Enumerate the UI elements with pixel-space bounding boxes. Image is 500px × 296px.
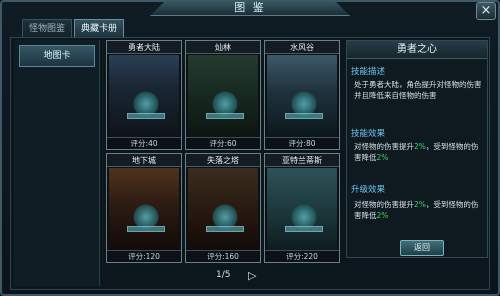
card-art [109, 168, 179, 250]
card-score: 评分:80 [265, 137, 339, 149]
card-lost-tower[interactable]: 失落之塔 评分:160 [185, 153, 261, 263]
card-art [188, 168, 258, 250]
sidebar: 地图卡 [14, 40, 100, 286]
detail-title: 勇者之心 [347, 41, 487, 59]
seal-banner [206, 113, 244, 119]
card-art [188, 55, 258, 137]
skill-effect-value: 2% [376, 153, 389, 162]
card-score: 评分:60 [186, 137, 260, 149]
card-art [267, 168, 337, 250]
upgrade-effect-part: 对怪物的伤害提升 [354, 200, 414, 209]
skill-description-text: 处于勇者大陆，角色提升对怪物的伤害并且降低来自怪物的伤害 [354, 80, 482, 100]
card-grid: 勇者大陆 评分:40 灿林 评分:60 水风谷 评分:80 地下城 评分:120… [104, 40, 342, 266]
card-atlantis[interactable]: 亚特兰蒂斯 评分:220 [264, 153, 340, 263]
close-button[interactable]: × [476, 2, 496, 20]
upgrade-effect-text: 对怪物的伤害提升2%，受到怪物的伤害降低2% [354, 199, 484, 221]
card-art [267, 55, 337, 137]
tab-monster-atlas[interactable]: 怪物图鉴 [22, 19, 73, 37]
next-page-icon[interactable]: ▷ [248, 269, 256, 282]
return-button[interactable]: 返回 [400, 240, 444, 256]
seal-banner [206, 226, 244, 232]
sidebar-item-map-card[interactable]: 地图卡 [19, 45, 95, 67]
card-score: 评分:40 [107, 137, 181, 149]
upgrade-effect-value: 2% [376, 211, 389, 220]
card-score: 评分:220 [265, 250, 339, 262]
skill-effect-heading: 技能效果 [351, 129, 386, 139]
tab-collection-album[interactable]: 典藏卡册 [74, 19, 125, 37]
card-title: 失落之塔 [186, 154, 260, 167]
detail-panel: 勇者之心 技能描述 处于勇者大陆，角色提升对怪物的伤害并且降低来自怪物的伤害 技… [346, 40, 488, 258]
card-title: 水风谷 [265, 41, 339, 54]
seal-banner [285, 226, 323, 232]
card-wind-valley[interactable]: 水风谷 评分:80 [264, 40, 340, 150]
card-score: 评分:120 [107, 250, 181, 262]
upgrade-effect-value: 2% [414, 200, 426, 209]
skill-effect-part: 对怪物的伤害提升 [354, 142, 414, 151]
seal-banner [285, 113, 323, 119]
card-title: 勇者大陆 [107, 41, 181, 54]
skill-effect-value: 2% [414, 142, 426, 151]
card-title: 灿林 [186, 41, 260, 54]
window-title: 图 鉴 [150, 0, 350, 16]
tab-bar: 怪物图鉴 典藏卡册 [22, 19, 125, 37]
card-art [109, 55, 179, 137]
page-indicator: 1/5 [216, 270, 231, 280]
card-title: 地下城 [107, 154, 181, 167]
card-dungeon[interactable]: 地下城 评分:120 [106, 153, 182, 263]
skill-description-heading: 技能描述 [351, 67, 386, 77]
card-hero-continent[interactable]: 勇者大陆 评分:40 [106, 40, 182, 150]
card-title: 亚特兰蒂斯 [265, 154, 339, 167]
skill-effect-text: 对怪物的伤害提升2%，受到怪物的伤害降低2% [354, 141, 484, 163]
pagination: 1/5 ▷ [214, 269, 274, 284]
card-score: 评分:160 [186, 250, 260, 262]
seal-banner [127, 226, 165, 232]
card-forest[interactable]: 灿林 评分:60 [185, 40, 261, 150]
seal-banner [127, 113, 165, 119]
upgrade-effect-heading: 升级效果 [351, 185, 386, 195]
